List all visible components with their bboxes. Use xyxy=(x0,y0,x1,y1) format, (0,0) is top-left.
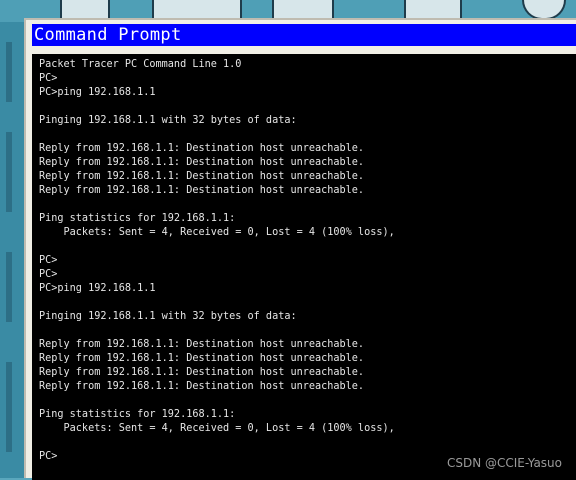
window-title: Command Prompt xyxy=(32,24,576,46)
device-icon xyxy=(404,0,462,20)
console-line: PC> xyxy=(39,269,58,280)
command-prompt-window: Command Prompt Packet Tracer PC Command … xyxy=(24,18,576,480)
console-line: Reply from 192.168.1.1: Destination host… xyxy=(39,381,365,392)
console-line: PC> xyxy=(39,255,58,266)
console-line: Packets: Sent = 4, Received = 0, Lost = … xyxy=(39,227,395,238)
console-line: PC> xyxy=(39,451,58,462)
console-line: PC>ping 192.168.1.1 xyxy=(39,87,156,98)
console-line: Pinging 192.168.1.1 with 32 bytes of dat… xyxy=(39,115,297,126)
console-line: Reply from 192.168.1.1: Destination host… xyxy=(39,143,365,154)
console-line: Ping statistics for 192.168.1.1: xyxy=(39,409,236,420)
device-icon xyxy=(152,0,242,20)
console-line: Pinging 192.168.1.1 with 32 bytes of dat… xyxy=(39,311,297,322)
console-line: PC> xyxy=(39,73,58,84)
console-line: PC>ping 192.168.1.1 xyxy=(39,283,156,294)
console-line: Reply from 192.168.1.1: Destination host… xyxy=(39,339,365,350)
console-line: Packets: Sent = 4, Received = 0, Lost = … xyxy=(39,423,395,434)
console-line: Reply from 192.168.1.1: Destination host… xyxy=(39,353,365,364)
device-icon xyxy=(60,0,110,20)
console-text: Packet Tracer PC Command Line 1.0 PC> PC… xyxy=(39,58,576,464)
watermark: CSDN @CCIE-Yasuo xyxy=(446,456,562,470)
console-output[interactable]: Packet Tracer PC Command Line 1.0 PC> PC… xyxy=(32,54,576,480)
device-icon xyxy=(522,0,566,20)
console-line: Reply from 192.168.1.1: Destination host… xyxy=(39,367,365,378)
console-line: Packet Tracer PC Command Line 1.0 xyxy=(39,59,242,70)
device-icon xyxy=(272,0,334,20)
console-line: Reply from 192.168.1.1: Destination host… xyxy=(39,157,365,168)
console-line: Reply from 192.168.1.1: Destination host… xyxy=(39,185,365,196)
desktop-edge xyxy=(0,22,24,478)
console-line: Ping statistics for 192.168.1.1: xyxy=(39,213,236,224)
console-line: Reply from 192.168.1.1: Destination host… xyxy=(39,171,365,182)
